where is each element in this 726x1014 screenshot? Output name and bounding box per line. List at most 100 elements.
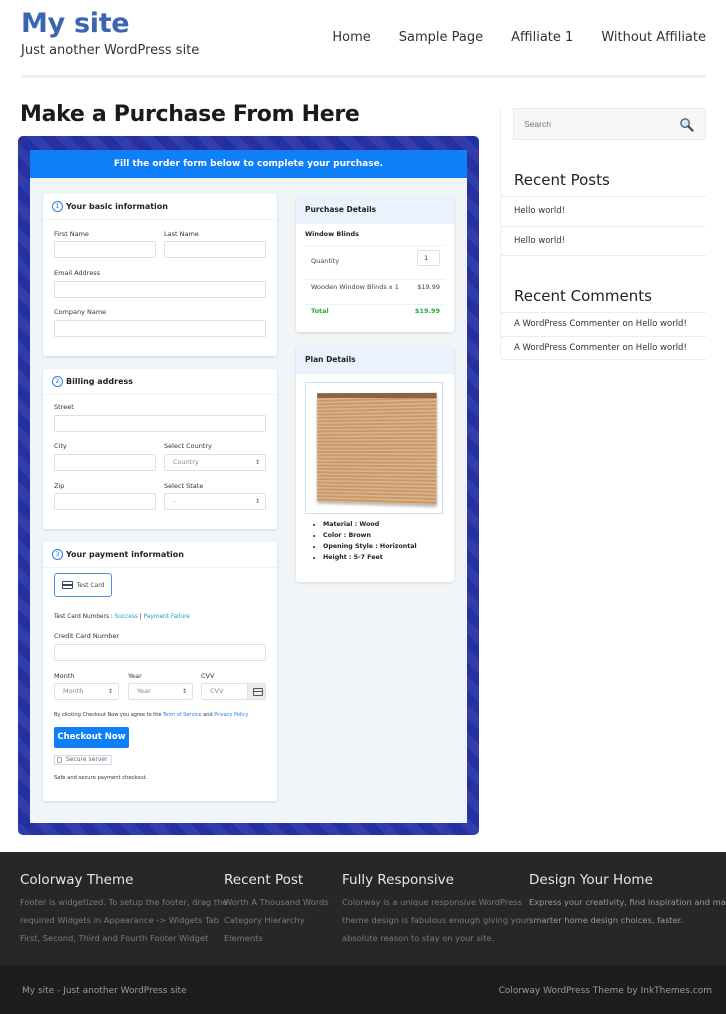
year-select[interactable]: Year ↕ — [128, 683, 193, 700]
search-box[interactable] — [513, 108, 706, 140]
zip-input[interactable] — [54, 493, 156, 510]
last-name-label: Last Name — [164, 230, 199, 238]
year-label: Year — [128, 672, 142, 680]
plan-features: Material : Wood Color : Brown Opening St… — [323, 521, 417, 565]
billing-header: 2 Billing address — [43, 369, 277, 395]
recent-comment-link[interactable]: A WordPress Commenter on Hello world! — [501, 312, 706, 336]
total-label: Total — [311, 307, 329, 315]
last-name-input[interactable] — [164, 241, 266, 258]
cvv-label: CVV — [201, 672, 215, 680]
recent-comments-title: Recent Comments — [514, 287, 652, 305]
footer-link[interactable]: Worth A Thousand Words — [224, 893, 329, 911]
footer-theme-credit[interactable]: Colorway WordPress Theme by InkThemes.co… — [499, 986, 712, 996]
window-blind-headrail — [317, 392, 437, 399]
footer-col-title: Recent Post — [224, 872, 304, 888]
footer-text: required Widgets in Appearance -> Widget… — [20, 915, 220, 925]
payment-header: 3 Your payment information — [43, 542, 277, 568]
quantity-label: Quantity — [311, 257, 340, 265]
terms-link[interactable]: Term of Service — [163, 712, 202, 718]
line-item-price: $19.99 — [417, 283, 440, 291]
privacy-link[interactable]: Privacy Policy — [214, 712, 248, 718]
billing-card: 2 Billing address Street City Select Cou… — [43, 369, 277, 529]
plan-details-title: Plan Details — [296, 346, 454, 374]
page-title: Make a Purchase From Here — [20, 102, 360, 127]
email-input[interactable] — [54, 281, 266, 298]
footer-text: theme design is fabulous enough giving y… — [342, 915, 530, 925]
cc-number-input[interactable] — [54, 644, 266, 661]
billing-title: Billing address — [66, 377, 134, 386]
step-3-badge: 3 — [52, 549, 63, 560]
street-label: Street — [54, 403, 74, 411]
order-form-frame: Fill the order form below to complete yo… — [18, 136, 479, 835]
quantity-input[interactable]: 1 — [417, 250, 440, 266]
zip-label: Zip — [54, 482, 65, 490]
nav-home[interactable]: Home — [332, 30, 370, 45]
city-input[interactable] — [54, 454, 156, 471]
main-nav: Home Sample Page Affiliate 1 Without Aff… — [304, 30, 706, 45]
city-label: City — [54, 442, 67, 450]
site-title[interactable]: My site — [21, 8, 130, 39]
window-blind-image — [317, 393, 437, 505]
payment-card: 3 Your payment information Test Card Tes… — [43, 542, 277, 801]
company-input[interactable] — [54, 320, 266, 337]
recent-comment-link[interactable]: A WordPress Commenter on Hello world! — [501, 336, 706, 360]
first-name-input[interactable] — [54, 241, 156, 258]
checkout-now-button[interactable]: Checkout Now — [54, 727, 129, 748]
line-item-name: Wooden Window Blinds x 1 — [311, 283, 399, 291]
secure-server-label: Secure server — [66, 756, 108, 763]
terms-text: By clicking Checkout Now you agree to th… — [54, 712, 164, 718]
select-arrow-icon: ↕ — [107, 688, 113, 695]
first-name-label: First Name — [54, 230, 89, 238]
footer-site-credit[interactable]: My site - Just another WordPress site — [22, 986, 187, 996]
country-select[interactable]: Country ↕ — [164, 454, 266, 471]
state-select-value: - — [173, 497, 176, 505]
test-card-tab-label: Test Card — [76, 581, 105, 589]
basic-info-title: Your basic information — [66, 202, 168, 211]
lock-icon — [57, 757, 62, 763]
nav-affiliate-1[interactable]: Affiliate 1 — [511, 30, 573, 45]
recent-post-link[interactable]: Hello world! — [501, 226, 706, 256]
street-input[interactable] — [54, 415, 266, 432]
header-divider — [21, 75, 706, 78]
search-icon[interactable] — [679, 117, 694, 132]
select-arrow-icon: ↕ — [254, 459, 260, 466]
state-label: Select State — [164, 482, 204, 490]
plan-feature: Opening Style : Horizontal — [323, 543, 417, 550]
footer-col-responsive: Fully Responsive Colorway is a unique re… — [342, 872, 529, 947]
test-card-tab[interactable]: Test Card — [54, 573, 112, 597]
footer-col-design: Design Your Home Express your creativity… — [529, 872, 726, 929]
recent-post-link[interactable]: Hello world! — [501, 196, 706, 226]
footer-text: Footer is widgetized. To setup the foote… — [20, 897, 228, 907]
month-label: Month — [54, 672, 75, 680]
plan-details-card: Plan Details Material : Wood Color : Bro… — [296, 346, 454, 582]
site-tagline: Just another WordPress site — [21, 43, 200, 58]
footer-text: Express your creativity, find inspiratio… — [529, 897, 726, 907]
month-select-value: Month — [63, 687, 84, 695]
total-value: $19.99 — [414, 307, 440, 315]
year-select-value: Year — [137, 687, 151, 695]
cvv-input[interactable]: CVV — [201, 683, 266, 700]
product-image — [305, 382, 443, 514]
state-select[interactable]: - ↕ — [164, 493, 266, 510]
select-arrow-icon: ↕ — [254, 498, 260, 505]
footer-link[interactable]: Elements — [224, 929, 329, 947]
secure-note: Safe and secure payment checkout. — [54, 775, 148, 781]
search-input[interactable] — [524, 119, 635, 129]
month-select[interactable]: Month ↕ — [54, 683, 119, 700]
nav-sample-page[interactable]: Sample Page — [399, 30, 483, 45]
footer-link[interactable]: Category Hierarchy — [224, 911, 329, 929]
footer-text: Colorway is a unique responsive WordPres… — [342, 897, 522, 907]
footer-text: First, Second, Third and Fourth Footer W… — [20, 933, 209, 943]
cc-number-label: Credit Card Number — [54, 632, 119, 640]
select-arrow-icon: ↕ — [181, 688, 187, 695]
purchase-details-title: Purchase Details — [296, 196, 454, 224]
success-link[interactable]: Success — [115, 614, 138, 620]
payment-failure-link[interactable]: Payment Failure — [144, 614, 190, 620]
quantity-row: Quantity 1 — [305, 250, 445, 280]
footer-col-recent-post: Recent Post Worth A Thousand Words Categ… — [224, 872, 329, 947]
secure-server-badge: Secure server — [54, 755, 112, 765]
order-form: Fill the order form below to complete yo… — [30, 150, 467, 823]
basic-info-header: 1 Your basic information — [43, 194, 277, 220]
nav-without-affiliate[interactable]: Without Affiliate — [601, 30, 706, 45]
cvv-card-icon — [247, 684, 265, 699]
